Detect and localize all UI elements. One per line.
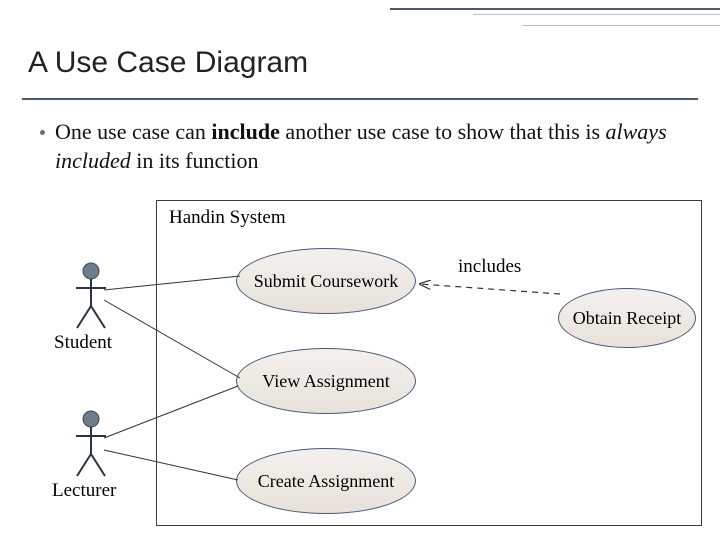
bullet-pre: One use case can [55,119,211,144]
bullet-include: include [211,119,279,144]
actor-student: Student [70,262,112,354]
slide-title: A Use Case Diagram [28,46,308,80]
stick-figure-icon [74,262,108,330]
title-rule [22,98,698,100]
system-label: Handin System [169,207,286,229]
usecase-submit: Submit Coursework [236,248,416,314]
includes-label: includes [458,256,521,278]
usecase-obtain: Obtain Receipt [558,288,696,348]
usecase-create-label: Create Assignment [258,471,394,492]
actor-student-label: Student [54,332,112,354]
bullet-block: One use case can include another use cas… [40,118,680,175]
bullet-post: in its function [131,148,259,173]
usecase-view: View Assignment [236,348,416,414]
bullet-dot-icon [40,130,45,135]
actor-lecturer: Lecturer [70,410,112,502]
usecase-view-label: View Assignment [262,371,389,392]
actor-lecturer-label: Lecturer [52,480,112,502]
usecase-create: Create Assignment [236,448,416,514]
bullet-mid: another use case to show that this is [280,119,606,144]
stick-figure-icon [74,410,108,478]
bullet-text: One use case can include another use cas… [55,118,680,175]
usecase-submit-label: Submit Coursework [254,271,399,292]
usecase-obtain-label: Obtain Receipt [573,308,681,329]
header-decoration [390,8,720,26]
